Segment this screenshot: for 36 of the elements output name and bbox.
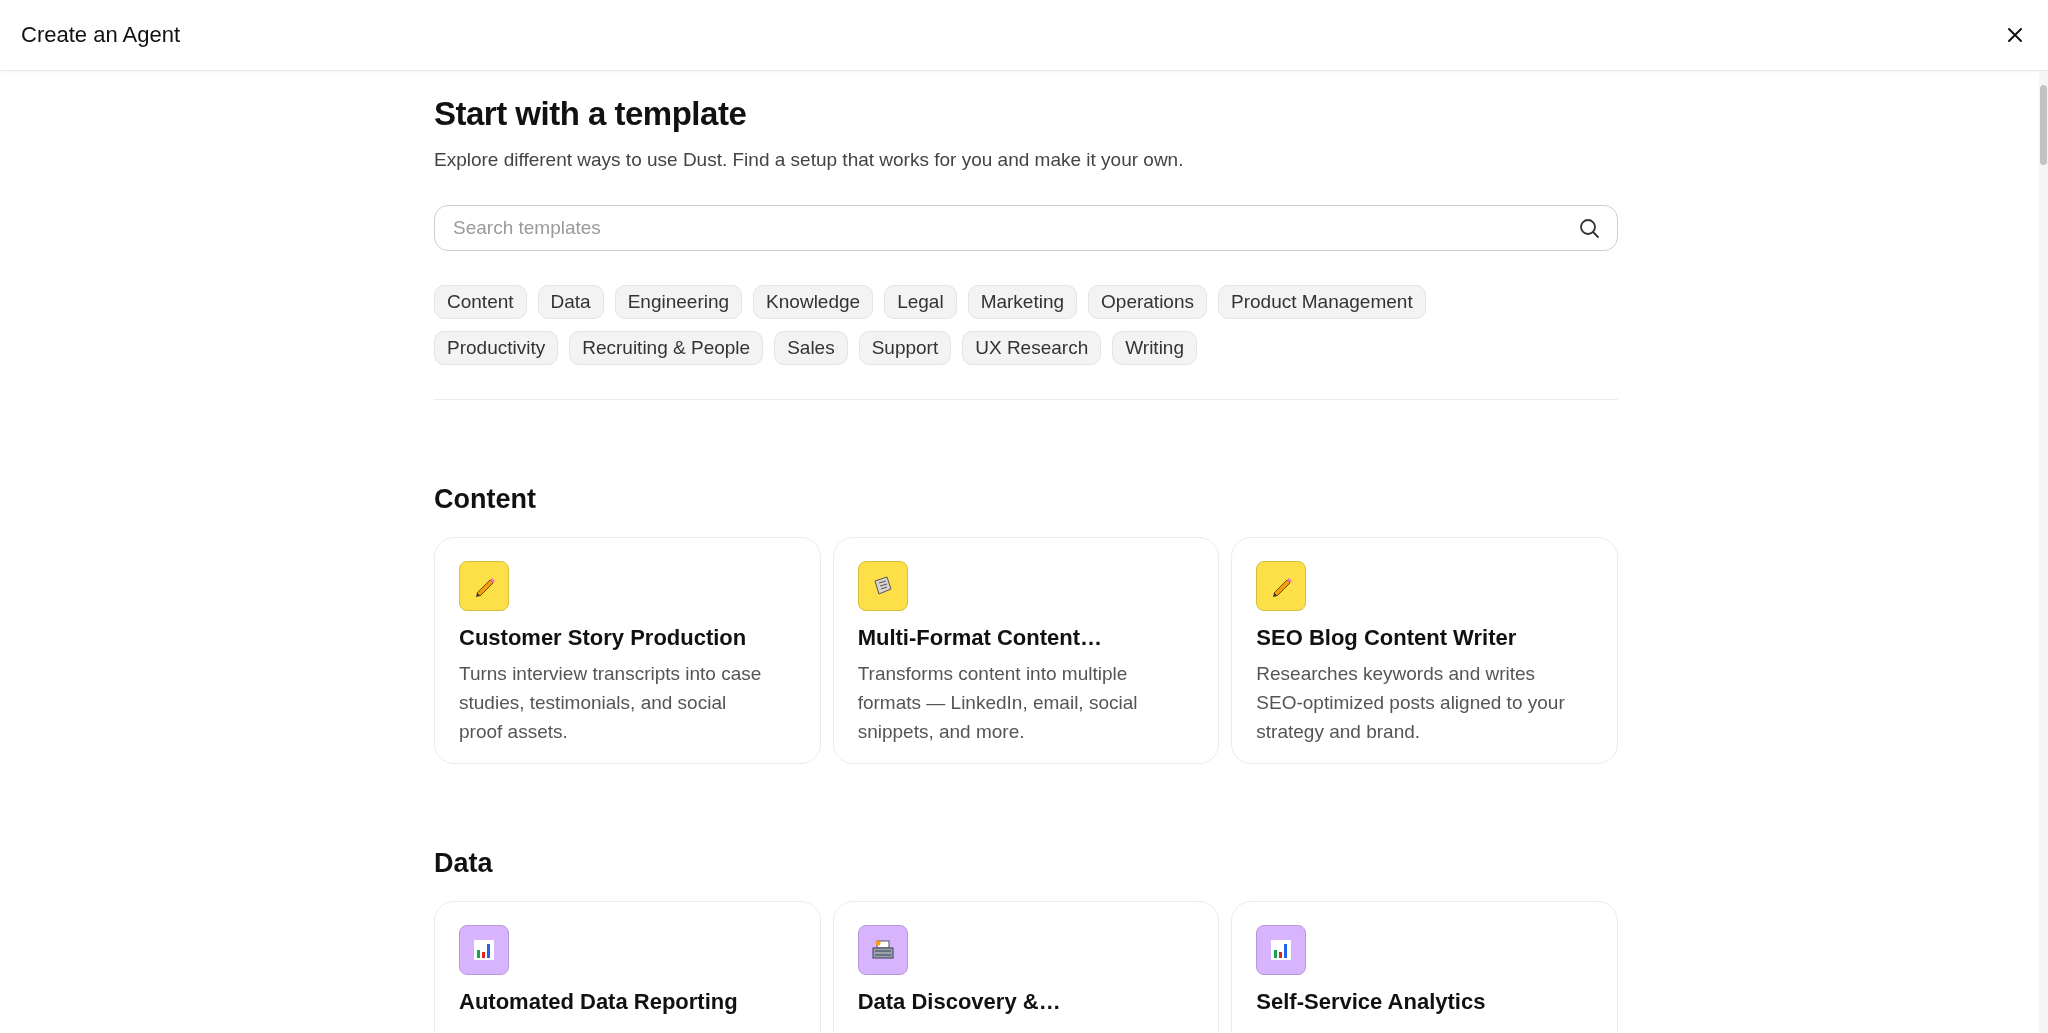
card-title: Multi-Format Content… [857,625,1104,651]
card-title: Self-Service Analytics [1256,989,1487,1015]
template-card[interactable]: Automated Data Reporting [434,901,821,1033]
filter-chip[interactable]: Support [858,331,952,365]
card-description: Turns interview transcripts into case studies, testimonials, and social proof assets. [459,662,763,744]
filter-chip[interactable]: UX Research [962,331,1102,365]
filter-chip[interactable]: Writing [1112,331,1197,365]
template-card[interactable]: Multi-Format Content… Transforms content into multiple formats — LinkedIn, email, social snippets, and more. [832,537,1220,764]
card-description: Transforms content into multiple formats — LinkedIn, email, social snippets, and more. [857,662,1139,744]
filter-chip[interactable]: Productivity [434,331,559,365]
card-title: Automated Data Reporting [459,989,739,1015]
filter-chip[interactable]: Recruiting & People [569,331,764,365]
search-icon[interactable] [1578,217,1600,239]
filter-chip[interactable]: Marketing [967,285,1078,319]
search-field[interactable]: Search templates [434,205,1618,251]
page-heading: Start with a template [434,95,748,133]
card-title: Customer Story Production [459,625,748,651]
filter-chip[interactable]: Knowledge [753,285,874,319]
window-title: Create an Agent [21,22,180,48]
filter-chip[interactable]: Product Management [1218,285,1426,319]
template-card[interactable]: Data Discovery &… [832,901,1220,1033]
filter-chip[interactable]: Legal [884,285,957,319]
section-heading: Content [434,484,537,515]
template-card[interactable]: Customer Story Production Turns interview transcripts into case studies, testimonials, and social proof assets. [434,537,821,764]
card-title: SEO Blog Content Writer [1256,625,1518,651]
filter-chip[interactable]: Operations [1088,285,1207,319]
filter-chip[interactable]: Sales [774,331,848,365]
card-title: Data Discovery &… [857,989,1062,1015]
filter-chip[interactable]: Data [537,285,604,319]
card-description: Researches keywords and writes SEO-optimized posts aligned to your strategy and brand. [1256,662,1566,744]
filter-chip[interactable]: Engineering [614,285,743,319]
template-card[interactable]: SEO Blog Content Writer Researches keywords and writes SEO-optimized posts aligned to your strategy and brand. [1231,537,1618,764]
page-subtitle: Explore different ways to use Dust. Find a setup that works for you and make it your own. [434,149,1185,171]
template-card[interactable]: Self-Service Analytics [1231,901,1618,1033]
section-heading: Data [434,848,494,879]
filter-chip[interactable]: Content [434,285,527,319]
